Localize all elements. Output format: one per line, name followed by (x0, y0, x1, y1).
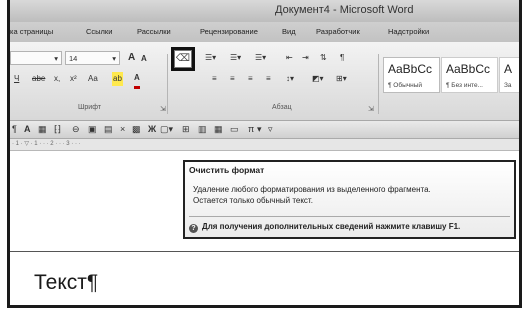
ribbon-tabs: ка страницы Ссылки Рассылки Рецензирован… (10, 22, 519, 42)
chart-icon[interactable]: ▤ (104, 121, 113, 138)
divider-line (10, 251, 519, 252)
style-name: За (504, 82, 512, 89)
font-size-combo[interactable]: 14 ▾ (65, 51, 120, 65)
justify-button[interactable]: ≡ (266, 72, 271, 86)
numbering-button[interactable]: ☰▾ (230, 51, 241, 65)
style-sample: AaBbCc (446, 62, 491, 76)
borders-button[interactable]: ⊞▾ (336, 72, 347, 86)
style-name: ¶ Обычный (388, 82, 423, 89)
close-icon[interactable]: × (120, 121, 125, 138)
shrink-font-button[interactable]: A (141, 52, 147, 66)
window-title: Документ4 - Microsoft Word (275, 4, 414, 16)
textbox-icon[interactable]: ▭ (230, 121, 239, 138)
ruler-ticks: · 1 · ▽ · 1 · · · 2 · · · 3 · · · (12, 141, 81, 147)
group-divider (378, 54, 379, 114)
frame-border (7, 305, 522, 308)
tooltip-help-text: Для получения дополнительных сведений на… (202, 222, 461, 231)
font-color-button[interactable]: A (134, 72, 140, 89)
image-icon[interactable]: ▣ (88, 121, 97, 138)
table-icon[interactable]: ▦ (38, 121, 47, 138)
tab-addins[interactable]: Надстройки (388, 27, 429, 36)
style-name: ¶ Без инте... (446, 82, 483, 89)
grow-font-button[interactable]: A (128, 51, 135, 65)
pi-button[interactable]: π (248, 121, 254, 138)
highlight-button[interactable]: ab (112, 72, 123, 86)
tab-view[interactable]: Вид (282, 27, 296, 36)
align-center-button[interactable]: ≡ (230, 72, 235, 86)
strikethrough-button[interactable]: abe (32, 72, 45, 86)
paragraph-dialog-launcher-icon[interactable]: ⇲ (368, 105, 374, 113)
tab-mailings[interactable]: Рассылки (137, 27, 171, 36)
underline-button[interactable]: Ч (14, 72, 19, 86)
chevron-down-icon: ▾ (54, 54, 58, 63)
word-window: Документ4 - Microsoft Word ка страницы С… (7, 0, 522, 306)
increase-indent-button[interactable]: ⇥ (302, 51, 309, 65)
show-marks-button[interactable]: ¶ (340, 51, 344, 65)
line-spacing-button[interactable]: ↕▾ (286, 72, 294, 86)
font-name-combo[interactable]: ▾ (10, 51, 62, 65)
tooltip-help: ? Для получения дополнительных сведений н… (189, 222, 460, 233)
table-insert-icon[interactable]: ⊞ (182, 121, 190, 138)
ribbon: ▾ 14 ▾ A A Ч abe x, x² Aa ab A Шрифт ⇲ ⌫… (10, 42, 519, 121)
tooltip-title: Очистить формат (189, 165, 265, 175)
paragraph-group-label: Абзац (272, 104, 292, 111)
tab-references[interactable]: Ссылки (86, 27, 112, 36)
font-group-label: Шрифт (78, 104, 102, 111)
symbol-icon[interactable]: ⊖ (72, 121, 80, 138)
help-icon: ? (189, 224, 198, 233)
bold-icon[interactable]: Ж (148, 121, 156, 138)
grid-icon[interactable]: ▩ (132, 121, 141, 138)
tab-review[interactable]: Рецензирование (200, 27, 258, 36)
align-right-button[interactable]: ≡ (248, 72, 253, 86)
tooltip-body-line: Удаление любого форматирования из выделе… (193, 185, 431, 194)
style-normal[interactable]: AaBbCc ¶ Обычный (383, 57, 440, 93)
decrease-indent-button[interactable]: ⇤ (286, 51, 293, 65)
bracket-icon[interactable]: ⁅⁆ (54, 121, 61, 138)
paragraph-icon[interactable]: ¶ (12, 121, 17, 138)
align-left-button[interactable]: ≡ (212, 72, 217, 86)
tooltip-body-line: Остается только обычный текст. (193, 196, 313, 205)
tooltip-body: Удаление любого форматирования из выделе… (193, 184, 431, 206)
font-icon[interactable]: A (24, 121, 31, 138)
superscript-button[interactable]: x² (70, 72, 77, 86)
subscript-button[interactable]: x, (54, 72, 60, 86)
columns-icon[interactable]: ▦ (214, 121, 223, 138)
layout-icon[interactable]: ▥ (198, 121, 207, 138)
quick-toolbar: ¶ A ▦ ⁅⁆ ⊖ ▣ ▤ × ▩ Ж ▢▾ ⊞ ▥ ▦ ▭ π ▾ ▿ (10, 121, 519, 139)
title-bar: Документ4 - Microsoft Word (10, 0, 519, 22)
style-heading[interactable]: A За (499, 57, 519, 93)
chevron-down-icon: ▾ (112, 54, 116, 63)
sort-button[interactable]: ⇅ (320, 51, 327, 65)
multilevel-list-button[interactable]: ☰▾ (255, 51, 266, 65)
document-text[interactable]: Текст¶ (34, 271, 98, 295)
bullets-button[interactable]: ☰▾ (205, 51, 216, 65)
tab-page-layout[interactable]: ка страницы (10, 27, 53, 36)
group-divider (167, 54, 168, 114)
font-size-value: 14 (69, 54, 78, 63)
style-no-spacing[interactable]: AaBbCc ¶ Без инте... (441, 57, 498, 93)
change-case-button[interactable]: Aa (88, 72, 98, 86)
shading-button[interactable]: ◩▾ (312, 72, 324, 86)
style-sample: AaBbCc (388, 62, 433, 76)
frame-icon[interactable]: ▢▾ (160, 121, 173, 138)
highlight-frame (171, 47, 195, 71)
chevron-down-icon[interactable]: ▾ (257, 121, 262, 138)
style-sample: A (504, 62, 513, 76)
tab-developer[interactable]: Разработчик (316, 27, 360, 36)
clear-formatting-tooltip: Очистить формат Удаление любого форматир… (183, 160, 516, 239)
customize-icon[interactable]: ▿ (268, 121, 273, 138)
tooltip-separator (189, 216, 510, 217)
font-dialog-launcher-icon[interactable]: ⇲ (160, 105, 166, 113)
ruler: · 1 · ▽ · 1 · · · 2 · · · 3 · · · (10, 139, 519, 151)
